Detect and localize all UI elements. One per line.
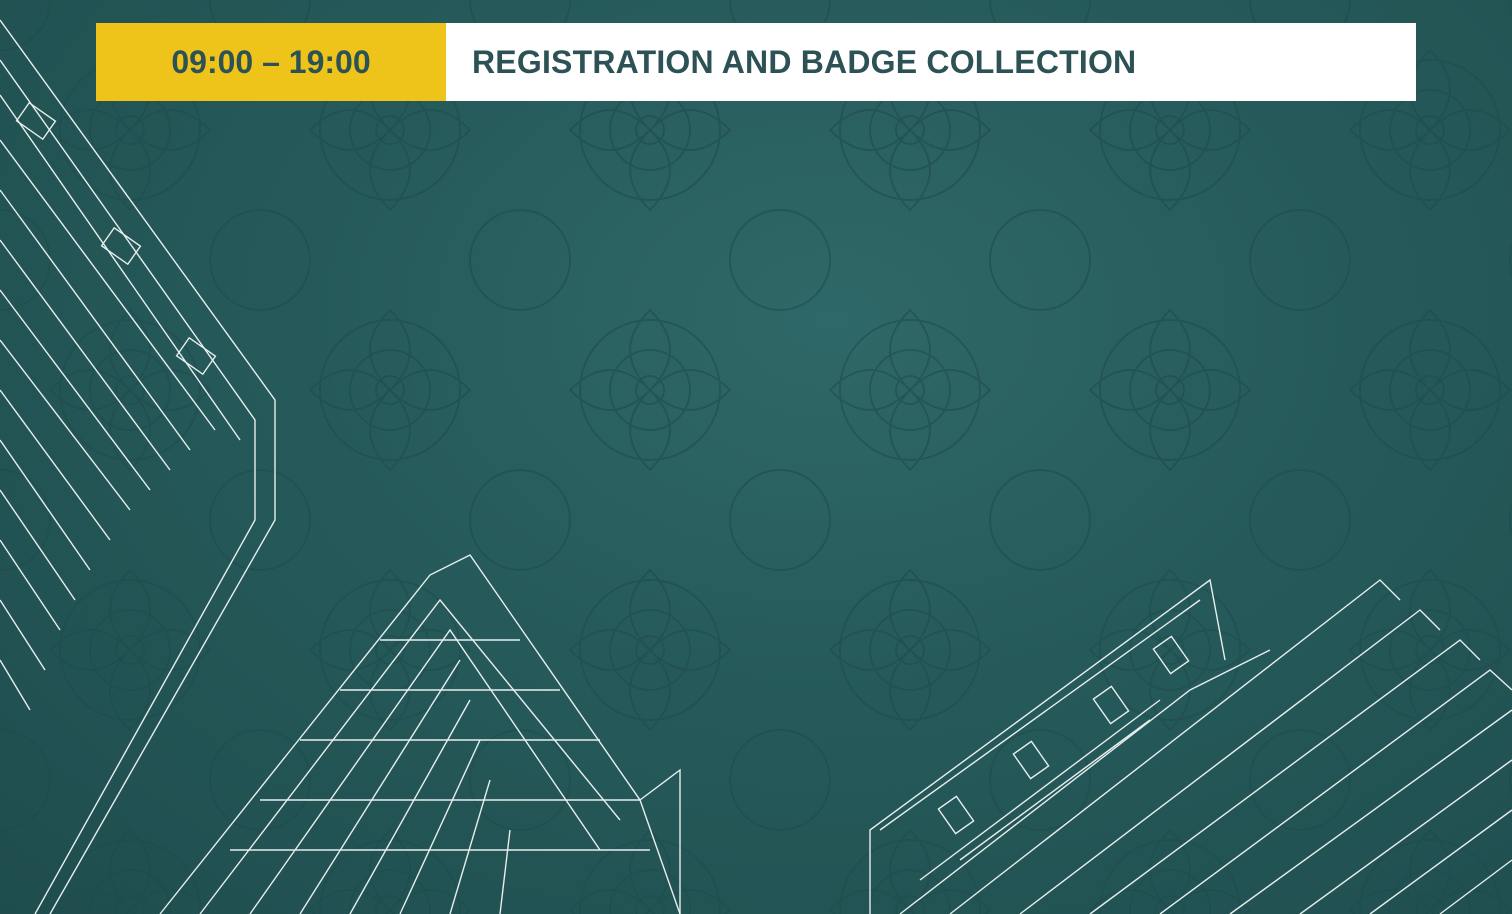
building-wireframes bbox=[0, 19, 1512, 914]
schedule-row: 09:00 – 19:00 REGISTRATION AND BADGE COL… bbox=[96, 23, 1416, 101]
time-slot: 09:00 – 19:00 bbox=[96, 23, 446, 101]
event-title: REGISTRATION AND BADGE COLLECTION bbox=[446, 23, 1416, 101]
